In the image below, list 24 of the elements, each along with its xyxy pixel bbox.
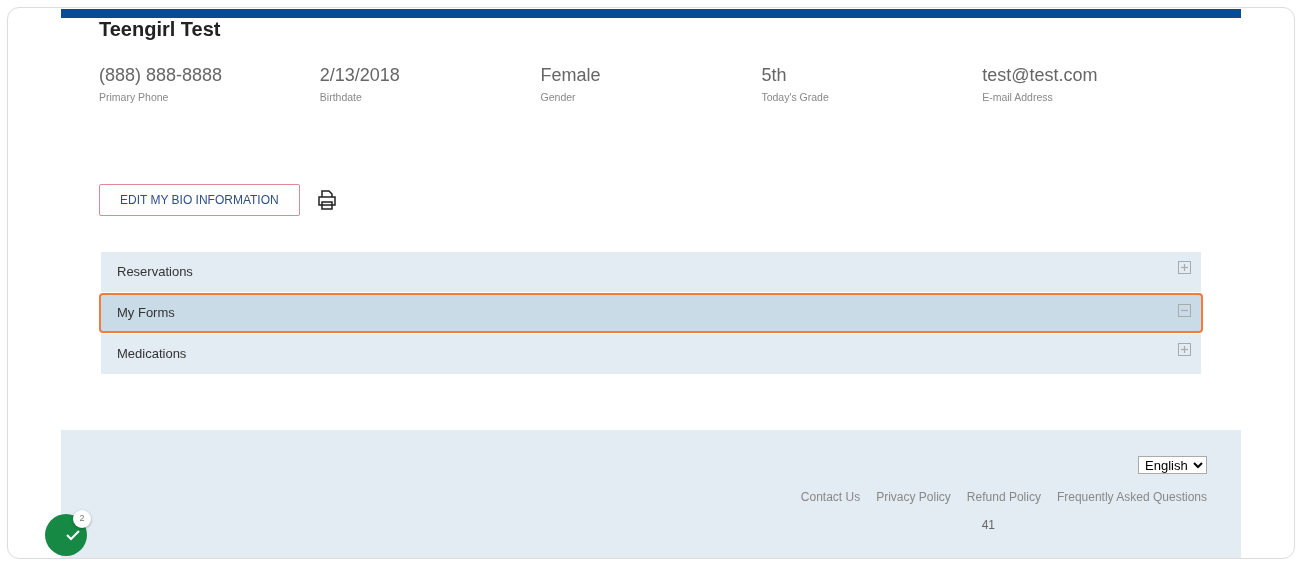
accordion-header[interactable]: My Forms [99,292,1203,333]
check-icon [65,527,81,543]
accordion-header[interactable]: Reservations [101,251,1201,292]
edit-bio-button[interactable]: EDIT MY BIO INFORMATION [99,183,300,216]
field-label: Birthdate [319,90,363,105]
count-badge: 2 [73,510,91,528]
field-label: Today's Grade [761,90,830,105]
checklist-button[interactable] [45,514,87,556]
profile-name: Teengirl Test [99,18,222,40]
footer-text: 41 [981,517,995,534]
print-icon[interactable] [315,188,338,211]
field-label: Primary Phone [99,90,170,105]
field-value: Female [540,64,602,86]
expand-icon[interactable] [1178,260,1191,274]
field-label: Gender [540,90,577,105]
field-value: (888) 888-8888 [99,64,224,86]
field-label: E-mail Address [982,90,1054,105]
language-select[interactable]: English [1138,456,1207,474]
field-value: 2/13/2018 [319,64,401,86]
collapse-icon[interactable] [1178,303,1191,317]
accordion-header[interactable]: Medications [101,333,1201,374]
field-value: 5th [761,64,788,86]
field-value: test@test.com [982,64,1099,86]
expand-icon[interactable] [1178,342,1191,356]
